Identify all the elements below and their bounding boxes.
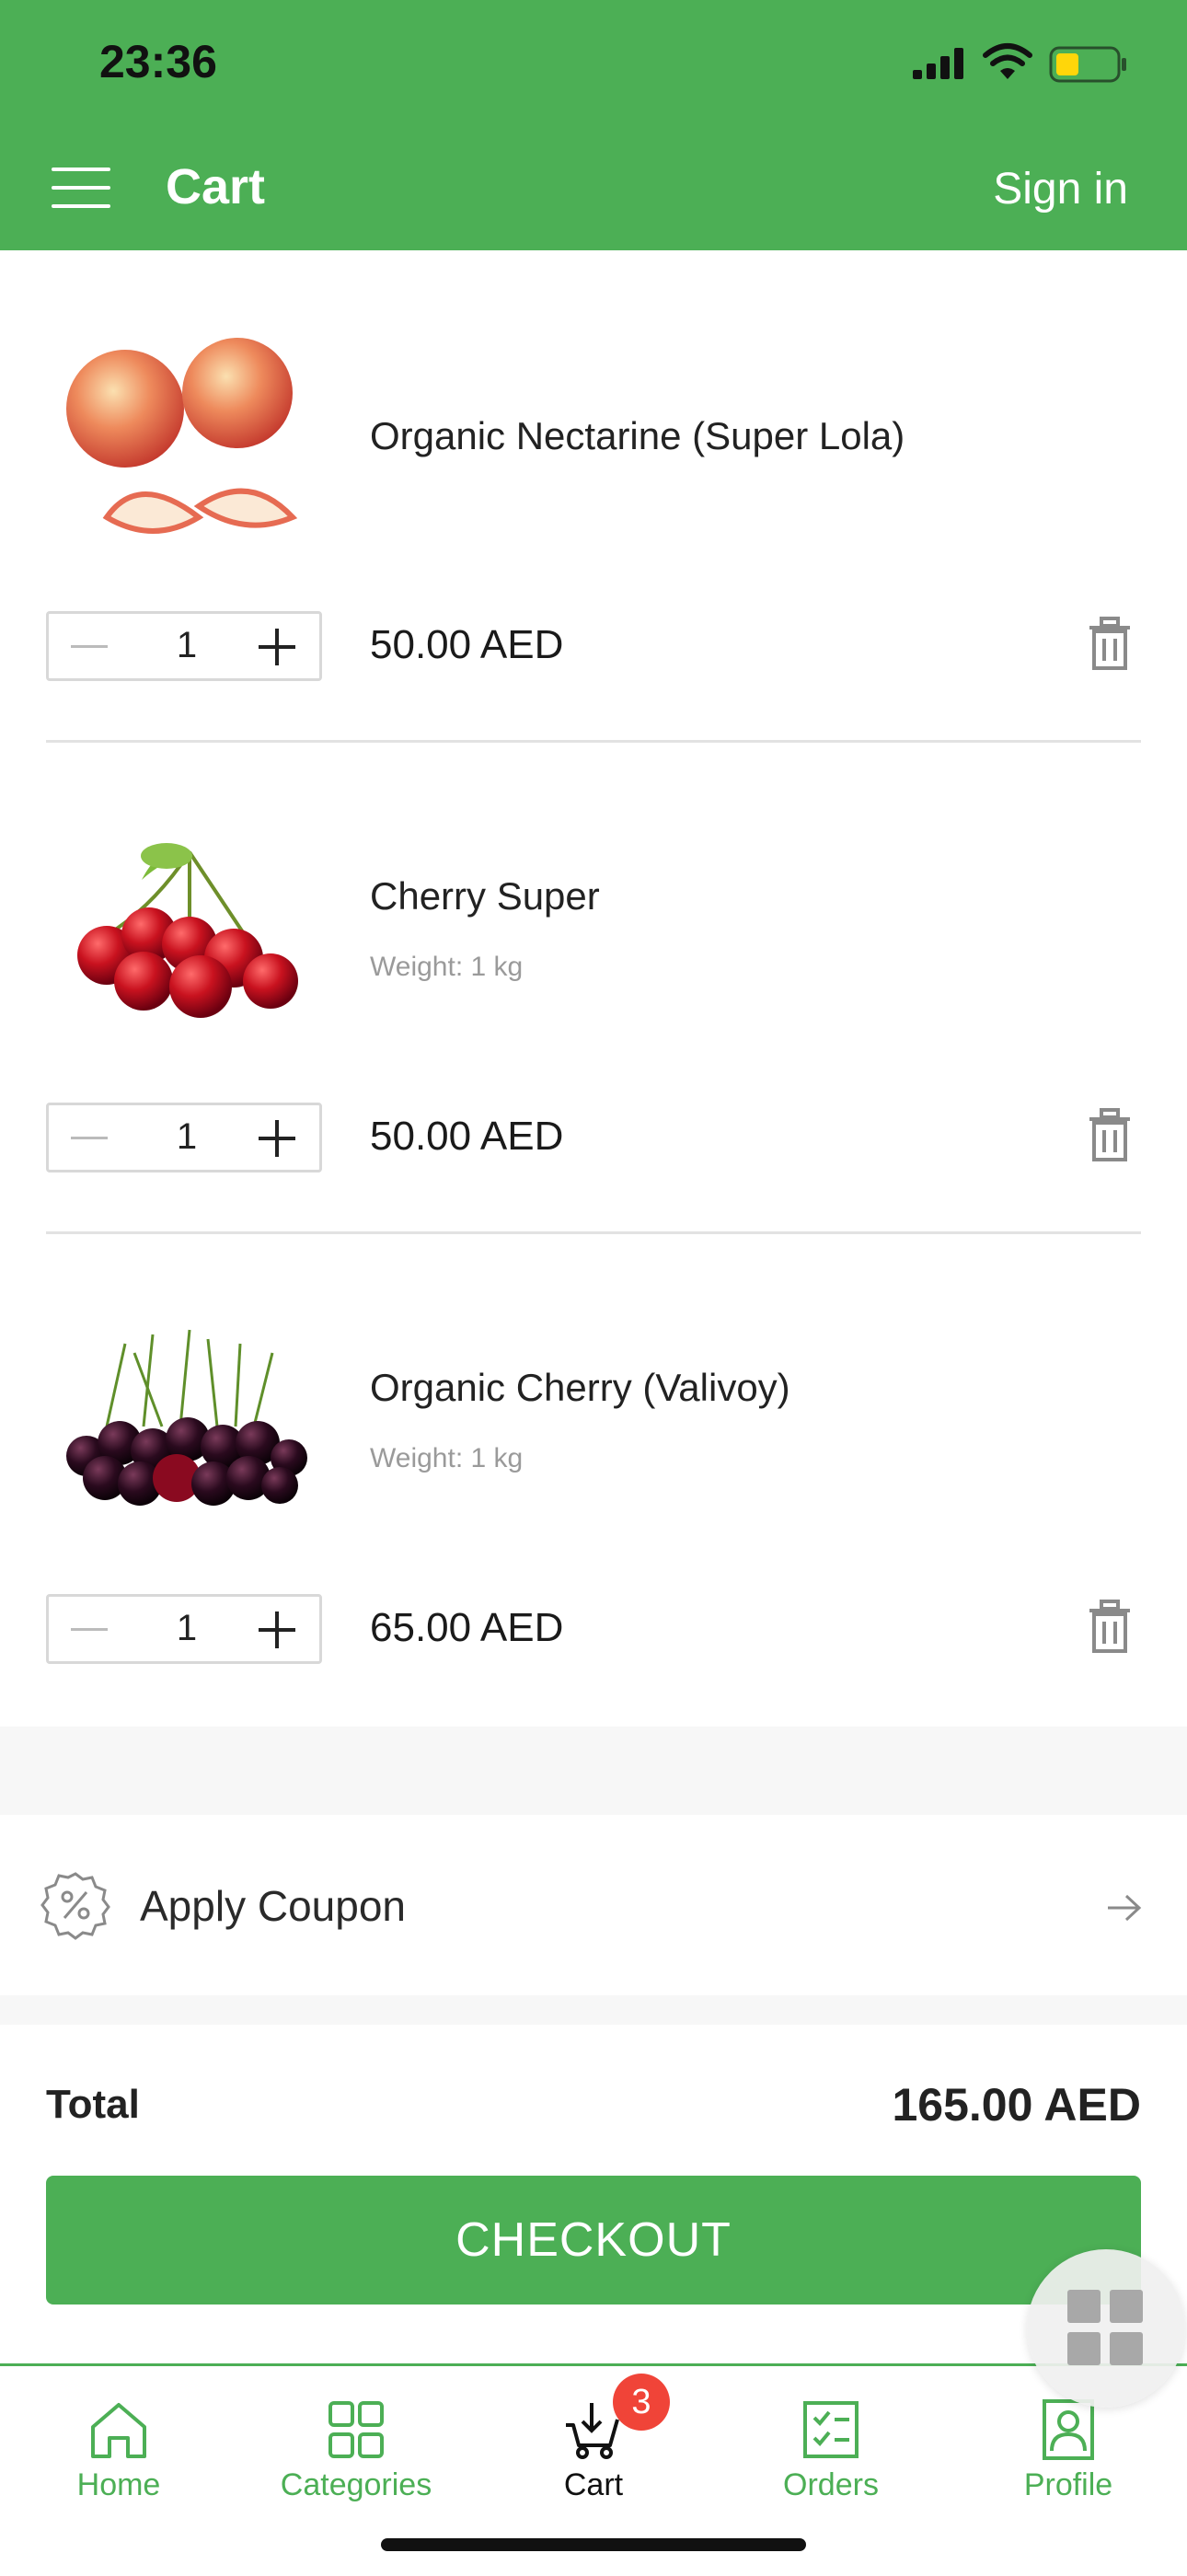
wifi-icon	[983, 43, 1032, 79]
checkout-button[interactable]: CHECKOUT	[46, 2176, 1141, 2305]
product-name[interactable]: Cherry Super	[370, 874, 600, 918]
quantity-value: 1	[176, 1608, 198, 1648]
trash-icon[interactable]	[1086, 617, 1134, 672]
grid-icon	[1067, 2290, 1101, 2323]
coupon-percent-icon	[40, 1872, 110, 1940]
nav-label: Profile	[1023, 2467, 1113, 2502]
quantity-value: 1	[176, 1116, 198, 1157]
checklist-icon	[803, 2401, 859, 2458]
product-name[interactable]: Organic Cherry (Valivoy)	[370, 1366, 790, 1410]
item-price: 50.00 AED	[370, 1114, 564, 1159]
quantity-value: 1	[176, 625, 198, 665]
decrease-quantity-button[interactable]	[67, 1105, 119, 1170]
item-price: 65.00 AED	[370, 1605, 564, 1650]
coupon-label: Apply Coupon	[140, 1882, 406, 1930]
grid-icon	[328, 2401, 384, 2458]
total-label: Total	[46, 2082, 140, 2127]
sign-in-link[interactable]: Sign in	[993, 164, 1128, 214]
battery-icon	[1049, 46, 1126, 83]
nav-orders[interactable]: Orders	[712, 2366, 950, 2541]
increase-quantity-button[interactable]	[251, 1105, 303, 1170]
floating-grid-button[interactable]	[1027, 2249, 1185, 2408]
nav-categories[interactable]: Categories	[237, 2366, 475, 2541]
nav-home[interactable]: Home	[0, 2366, 237, 2541]
nav-label: Home	[76, 2467, 161, 2502]
nav-label: Categories	[280, 2467, 432, 2502]
cart-count-badge: 3	[613, 2374, 670, 2431]
product-name[interactable]: Organic Nectarine (Super Lola)	[370, 414, 905, 458]
item-price: 50.00 AED	[370, 622, 564, 667]
trash-icon[interactable]	[1086, 1108, 1134, 1163]
nav-label: Cart	[563, 2467, 624, 2502]
trash-icon[interactable]	[1086, 1600, 1134, 1655]
app-header: 23:36 Cart Sign in	[0, 0, 1187, 250]
page-title: Cart	[166, 159, 266, 214]
section-spacer	[0, 1727, 1187, 1815]
divider	[46, 1231, 1141, 1234]
divider	[46, 740, 1141, 743]
signal-icon	[913, 48, 963, 79]
product-weight: Weight: 1 kg	[370, 952, 524, 982]
total-value: 165.00 AED	[892, 2079, 1141, 2131]
person-icon	[1043, 2399, 1094, 2460]
section-spacer	[0, 1995, 1187, 2025]
product-weight: Weight: 1 kg	[370, 1443, 524, 1473]
quantity-stepper: 1	[46, 1103, 322, 1172]
cherry-image	[77, 843, 298, 1018]
status-time: 23:36	[99, 36, 217, 87]
quantity-stepper: 1	[46, 611, 322, 681]
nectarine-image	[66, 338, 298, 534]
quantity-stepper: 1	[46, 1594, 322, 1664]
increase-quantity-button[interactable]	[251, 1597, 303, 1661]
decrease-quantity-button[interactable]	[67, 1597, 119, 1661]
arrow-right-icon	[1108, 1894, 1142, 1922]
apply-coupon-row[interactable]: Apply Coupon	[0, 1815, 1187, 1995]
nav-label: Orders	[783, 2467, 879, 2502]
nav-cart[interactable]: 3 Cart	[475, 2366, 712, 2541]
decrease-quantity-button[interactable]	[67, 614, 119, 678]
dark-cherry-image	[66, 1329, 307, 1506]
menu-icon[interactable]	[52, 166, 110, 210]
home-indicator[interactable]	[381, 2538, 806, 2551]
home-icon	[91, 2403, 146, 2458]
increase-quantity-button[interactable]	[251, 614, 303, 678]
